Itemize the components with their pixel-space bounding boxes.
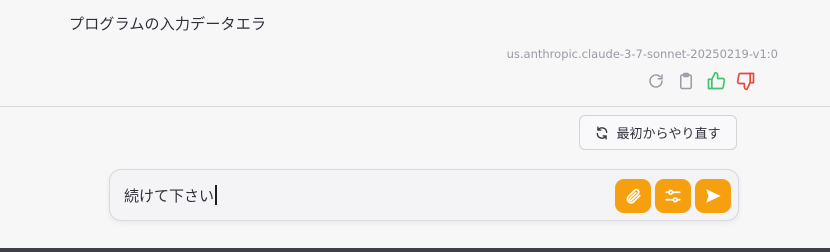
divider bbox=[0, 106, 830, 107]
message-input-value: 続けて下さい bbox=[124, 187, 215, 205]
chat-composer: 続けて下さい bbox=[109, 169, 739, 221]
message-input[interactable]: 続けて下さい bbox=[124, 185, 217, 206]
thumbs-up-icon[interactable] bbox=[706, 71, 726, 91]
thumbs-down-icon[interactable] bbox=[736, 71, 756, 91]
model-id-label: us.anthropic.claude-3-7-sonnet-20250219-… bbox=[506, 47, 778, 61]
message-actions bbox=[646, 71, 756, 91]
sliders-icon bbox=[664, 187, 682, 205]
message-text: プログラムの入力データエラ bbox=[69, 15, 267, 33]
window-bottom-edge bbox=[0, 248, 830, 252]
attach-button[interactable] bbox=[615, 179, 651, 213]
paperclip-icon bbox=[624, 187, 642, 205]
text-caret bbox=[215, 185, 217, 205]
copy-icon[interactable] bbox=[676, 71, 696, 91]
restart-button-label: 最初からやり直す bbox=[616, 127, 721, 142]
restart-button[interactable]: 最初からやり直す bbox=[579, 115, 737, 150]
send-button[interactable] bbox=[695, 179, 731, 213]
retry-icon[interactable] bbox=[646, 71, 666, 91]
assistant-message: プログラムの入力データエラ us.anthropic.claude-3-7-so… bbox=[0, 0, 830, 106]
send-icon bbox=[704, 187, 722, 205]
refresh-icon bbox=[595, 125, 609, 140]
settings-button[interactable] bbox=[655, 179, 691, 213]
